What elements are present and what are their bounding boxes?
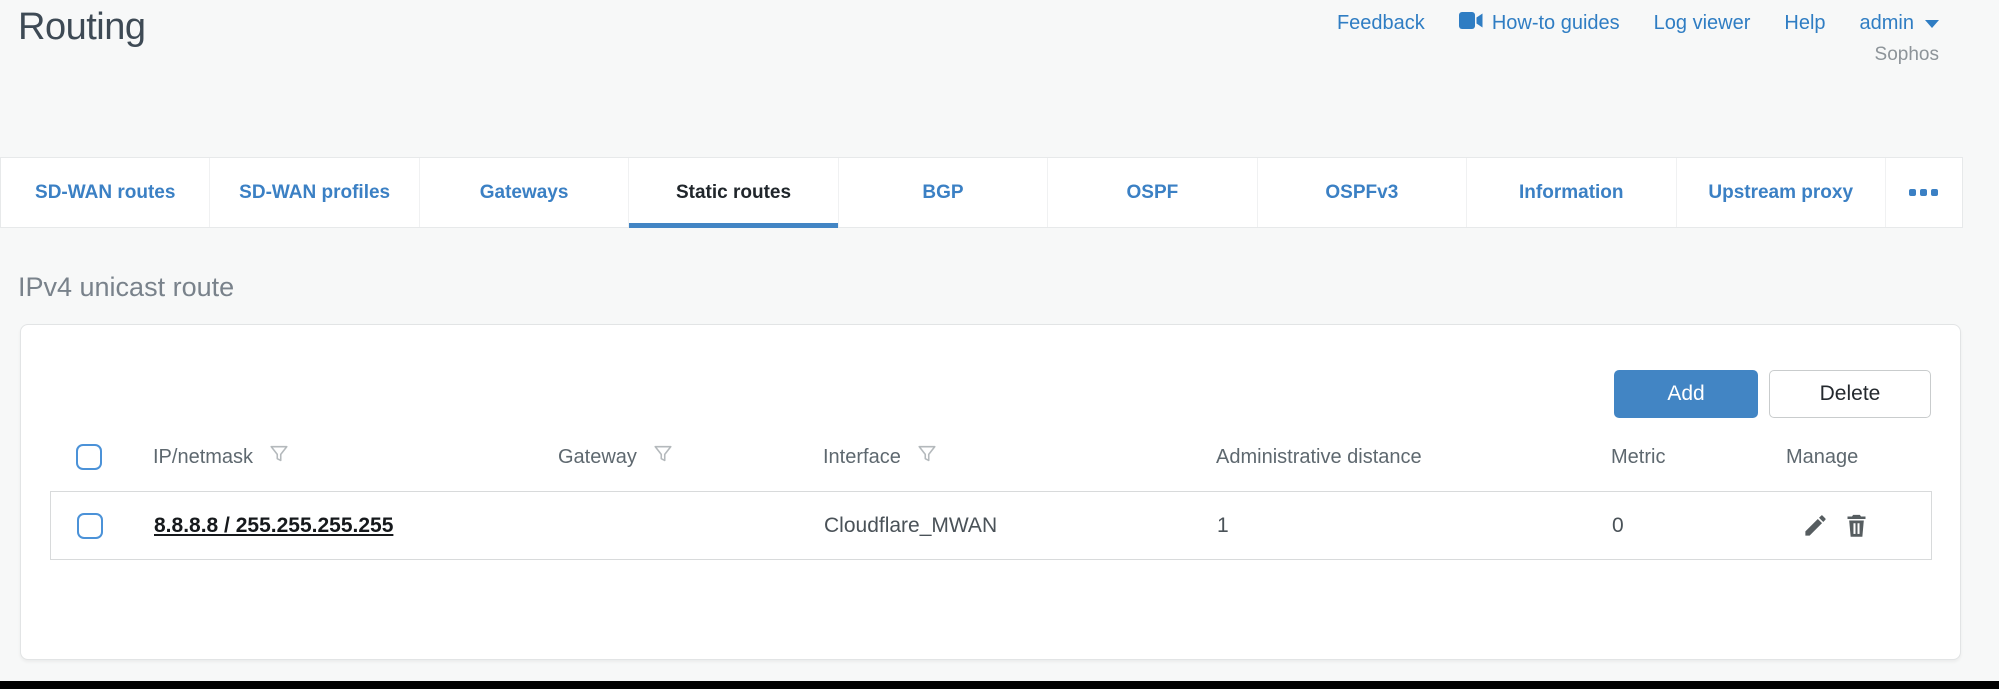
tab-information[interactable]: Information [1467, 158, 1676, 227]
help-label: Help [1784, 12, 1825, 35]
col-manage: Manage [1786, 446, 1858, 469]
table-header-row: IP/netmask Gateway Interface Administrat… [50, 431, 1932, 483]
tabs-overflow-ellipsis-icon[interactable] [1886, 158, 1962, 227]
page-title: Routing [18, 6, 145, 49]
cell-admin-distance: 1 [1217, 514, 1612, 538]
log-viewer-label: Log viewer [1654, 12, 1751, 35]
howto-guides-label: How-to guides [1492, 12, 1620, 35]
tab-sdwan-profiles[interactable]: SD-WAN profiles [210, 158, 419, 227]
tab-upstream-proxy[interactable]: Upstream proxy [1677, 158, 1886, 227]
col-interface: Interface [823, 446, 901, 469]
admin-menu[interactable]: admin [1860, 12, 1939, 35]
tab-sdwan-routes[interactable]: SD-WAN routes [1, 158, 210, 227]
admin-user-label: admin [1860, 12, 1914, 35]
log-viewer-link[interactable]: Log viewer [1654, 12, 1751, 35]
tab-gateways[interactable]: Gateways [420, 158, 629, 227]
col-ip-netmask: IP/netmask [153, 446, 253, 469]
col-gateway: Gateway [558, 446, 637, 469]
col-admin-distance: Administrative distance [1216, 446, 1422, 469]
table-row: 8.8.8.8 / 255.255.255.255 Cloudflare_MWA… [50, 491, 1932, 560]
help-link[interactable]: Help [1784, 12, 1825, 35]
tab-bgp[interactable]: BGP [839, 158, 1048, 227]
tab-ospfv3[interactable]: OSPFv3 [1258, 158, 1467, 227]
window-bottom-edge [0, 681, 1999, 689]
howto-guides-link[interactable]: How-to guides [1459, 12, 1620, 35]
table-toolbar: Add Delete [1614, 370, 1931, 418]
chevron-down-icon [1925, 20, 1939, 28]
add-button[interactable]: Add [1614, 370, 1758, 418]
video-camera-icon [1459, 12, 1483, 35]
org-name: Sophos [1875, 44, 1939, 66]
routing-tabbar: SD-WAN routes SD-WAN profiles Gateways S… [0, 157, 1963, 228]
tab-static-routes[interactable]: Static routes [629, 158, 838, 227]
filter-icon[interactable] [268, 443, 290, 471]
select-all-checkbox[interactable] [76, 444, 102, 470]
cell-manage [1787, 512, 1931, 540]
feedback-label: Feedback [1337, 12, 1425, 35]
cell-interface: Cloudflare_MWAN [824, 514, 1217, 538]
tab-ospf[interactable]: OSPF [1048, 158, 1257, 227]
static-routes-card: Add Delete IP/netmask Gateway Interfac [20, 324, 1961, 660]
feedback-link[interactable]: Feedback [1337, 12, 1425, 35]
filter-icon[interactable] [916, 443, 938, 471]
route-ip-netmask-link[interactable]: 8.8.8.8 / 255.255.255.255 [154, 514, 393, 537]
filter-icon[interactable] [652, 443, 674, 471]
cell-metric: 0 [1612, 514, 1787, 538]
edit-pencil-icon[interactable] [1801, 512, 1829, 540]
row-checkbox[interactable] [77, 513, 103, 539]
routing-page: Routing Feedback How-to guides Log viewe… [0, 0, 1999, 689]
delete-trash-icon[interactable] [1842, 512, 1870, 540]
delete-button[interactable]: Delete [1769, 370, 1931, 418]
top-nav: Feedback How-to guides Log viewer Help a… [1337, 12, 1939, 35]
col-metric: Metric [1611, 446, 1665, 469]
section-heading: IPv4 unicast route [18, 272, 234, 303]
